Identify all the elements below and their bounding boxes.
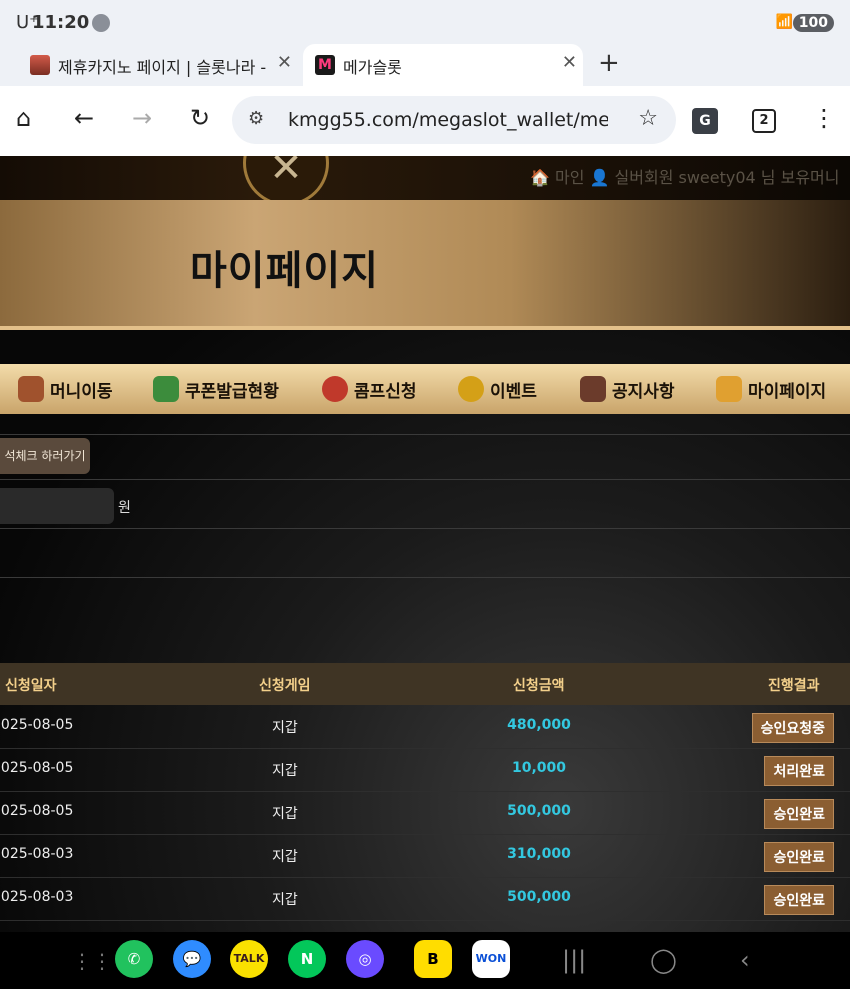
tab-title: 메가슬롯: [343, 58, 402, 77]
forward-icon[interactable]: →: [132, 104, 152, 132]
translate-icon[interactable]: G: [692, 108, 718, 134]
row-game: 지갑: [272, 892, 298, 908]
tab-close-icon[interactable]: ✕: [277, 52, 292, 73]
menu-item-event[interactable]: 이벤트: [458, 372, 537, 406]
menu-item-notice[interactable]: 공지사항: [580, 372, 675, 406]
tab-close-icon[interactable]: ✕: [562, 52, 577, 73]
menu-label: 콤프신청: [354, 381, 417, 402]
menu-label: 마이페이지: [748, 381, 827, 402]
home-nav-icon[interactable]: ◯: [650, 946, 677, 974]
menu-item-money-transfer[interactable]: 머니이동: [18, 372, 113, 406]
url-text[interactable]: kmgg55.com/megaslot_wallet/megas: [288, 109, 608, 131]
book-icon: [580, 376, 606, 402]
amount-input[interactable]: [0, 488, 114, 524]
signal-icon: 📶: [775, 14, 794, 30]
status-badge: 승인완료: [764, 885, 834, 915]
star-icon: [458, 376, 484, 402]
naver-app-icon[interactable]: N: [288, 940, 326, 978]
page-banner: 마이페이지: [0, 200, 850, 330]
clock: 11:20: [32, 12, 90, 33]
close-icon: ✕: [269, 156, 303, 191]
row-game: 지갑: [272, 720, 298, 736]
phone-app-icon[interactable]: ✆: [115, 940, 153, 978]
row-date: 2025-08-05: [0, 803, 74, 819]
megaslot-favicon-icon: M: [315, 55, 335, 75]
site-settings-icon[interactable]: ⚙: [248, 108, 264, 129]
divider: [0, 528, 850, 529]
table-row: 2025-08-05 지갑 480,000 승인요청중: [0, 705, 850, 749]
col-date: 신청일자: [5, 678, 57, 694]
menu-label: 머니이동: [50, 381, 113, 402]
row-date: 2025-08-03: [0, 846, 74, 862]
status-badge: 승인완료: [764, 842, 834, 872]
divider: [0, 479, 850, 480]
tab-megaslot[interactable]: M 메가슬롯 ✕: [303, 44, 583, 86]
browser-toolbar: ⌂ ← → ↻ ⚙ kmgg55.com/megaslot_wallet/meg…: [0, 86, 850, 156]
row-game: 지갑: [272, 806, 298, 822]
row-amount: 500,000: [507, 803, 571, 819]
main-menu: 머니이동 쿠폰발급현황 콤프신청 이벤트 공지사항 마이페이지: [0, 364, 850, 414]
menu-label: 쿠폰발급현황: [185, 381, 279, 402]
user-info: 🏠 마인 👤 실버회원 sweety04 님 보유머니: [530, 168, 840, 187]
menu-item-comp-request[interactable]: 콤프신청: [322, 372, 417, 406]
table-row: 2025-08-05 지갑 500,000 승인완료: [0, 791, 850, 835]
tab-switcher-button[interactable]: 2: [752, 109, 776, 133]
web-page: ✕ 🏠 마인 👤 실버회원 sweety04 님 보유머니 마이페이지 머니이동…: [0, 156, 850, 932]
wallet-icon: [18, 376, 44, 402]
coupon-icon: [153, 376, 179, 402]
tab-title: 제휴카지노 페이지 | 슬롯나라 - 2: [58, 58, 268, 77]
history-table-header: 신청일자 신청게임 신청금액 진행결과: [0, 663, 850, 705]
row-game: 지갑: [272, 763, 298, 779]
row-date: 2025-08-05: [0, 717, 74, 733]
col-result: 진행결과: [768, 678, 820, 694]
row-amount: 500,000: [507, 889, 571, 905]
internet-app-icon[interactable]: ◎: [346, 940, 384, 978]
row-amount: 310,000: [507, 846, 571, 862]
status-badge: 승인완료: [764, 799, 834, 829]
menu-label: 공지사항: [612, 381, 675, 402]
menu-item-coupon-status[interactable]: 쿠폰발급현황: [153, 372, 279, 406]
home-icon[interactable]: ⌂: [16, 104, 31, 132]
system-nav-bar: ⋮⋮⋮ ✆ 💬 TALK N ◎ B WON ||| ◯ ‹: [0, 932, 850, 989]
battery-badge: 100: [792, 14, 834, 32]
table-row: 2025-08-05 지갑 10,000 처리완료: [0, 748, 850, 792]
row-date: 2025-08-05: [0, 760, 74, 776]
bookmark-star-icon[interactable]: ☆: [638, 106, 658, 131]
col-amount: 신청금액: [513, 678, 565, 694]
status-badge: 처리완료: [764, 756, 834, 786]
won-app-icon[interactable]: WON: [472, 940, 510, 978]
won-status-icon: [92, 14, 110, 32]
status-badge: 승인요청중: [751, 713, 834, 743]
menu-label: 이벤트: [490, 381, 537, 402]
divider: [0, 434, 850, 435]
divider: [0, 577, 850, 578]
row-amount: 480,000: [507, 717, 571, 733]
kakaobank-app-icon[interactable]: B: [414, 940, 452, 978]
address-bar[interactable]: ⚙ kmgg55.com/megaslot_wallet/megas ☆: [232, 96, 676, 144]
col-game: 신청게임: [259, 678, 311, 694]
back-icon[interactable]: ←: [74, 104, 94, 132]
crown-icon: [716, 376, 742, 402]
messages-app-icon[interactable]: 💬: [173, 940, 211, 978]
attendance-check-button[interactable]: 석체크 하러가기: [0, 438, 90, 474]
tab-slotnara[interactable]: 제휴카지노 페이지 | 슬롯나라 - 2 ✕: [18, 44, 298, 86]
more-menu-icon[interactable]: ⋮: [812, 104, 836, 132]
cherry-icon: [322, 376, 348, 402]
menu-item-mypage[interactable]: 마이페이지: [716, 372, 826, 406]
reload-icon[interactable]: ↻: [190, 104, 210, 132]
table-row: 2025-08-03 지갑 310,000 승인완료: [0, 834, 850, 878]
slot-favicon-icon: [30, 55, 50, 75]
kakaotalk-app-icon[interactable]: TALK: [230, 940, 268, 978]
row-amount: 10,000: [511, 760, 567, 776]
new-tab-button[interactable]: +: [598, 48, 620, 78]
row-date: 2025-08-03: [0, 889, 74, 905]
table-row: 2025-08-03 지갑 500,000 승인완료: [0, 877, 850, 921]
status-bar: U⁺ 11:20 📶 100: [0, 0, 850, 44]
back-nav-icon[interactable]: ‹: [740, 946, 750, 974]
page-title: 마이페이지: [190, 248, 379, 294]
row-game: 지갑: [272, 849, 298, 865]
tab-bar: 제휴카지노 페이지 | 슬롯나라 - 2 ✕ M 메가슬롯 ✕ +: [0, 44, 850, 86]
currency-unit: 원: [118, 500, 131, 516]
recent-apps-icon[interactable]: |||: [562, 946, 586, 974]
